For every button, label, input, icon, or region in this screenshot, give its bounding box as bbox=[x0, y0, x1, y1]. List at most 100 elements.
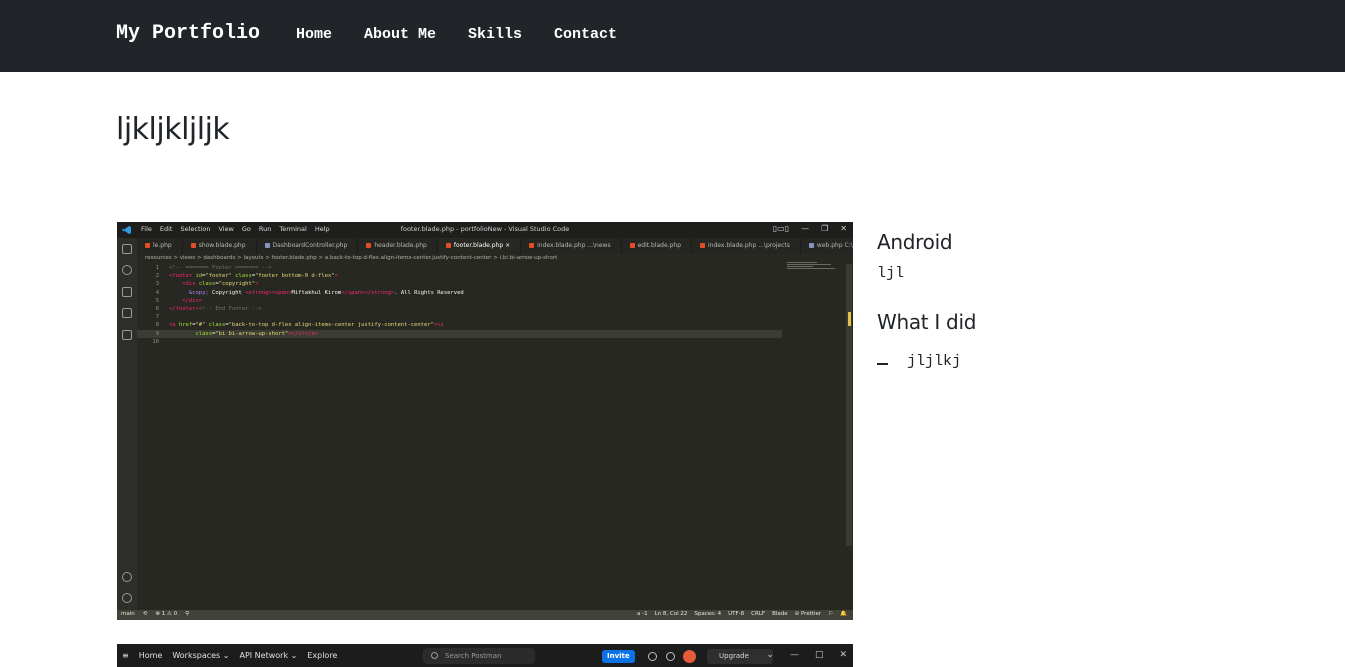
project-screenshot-vscode: File Edit Selection View Go Run Terminal Help f… bbox=[117, 222, 853, 620]
bell-icon bbox=[666, 652, 675, 661]
status-item: ⊘ Prettier bbox=[794, 611, 822, 617]
code-line: 7 bbox=[137, 313, 837, 321]
postman-menu-item: API Network ⌄ bbox=[239, 651, 298, 660]
line-number: 4 bbox=[155, 289, 159, 296]
vscode-tab: footer.blade.php × bbox=[437, 238, 522, 254]
account-icon bbox=[122, 572, 132, 582]
what-i-did-item: jljlkj bbox=[907, 353, 962, 370]
window-control-icon: ⌄ bbox=[766, 650, 774, 660]
vscode-tab: index.blade.php ...\news bbox=[521, 238, 622, 254]
run-debug-icon bbox=[122, 308, 132, 318]
vscode-tab-label: index.blade.php ...\projects bbox=[708, 242, 790, 249]
status-item: ⊗ 1 ⚠ 0 bbox=[155, 611, 178, 617]
line-number: 8 bbox=[155, 322, 159, 329]
nav-link-contact[interactable]: Contact bbox=[554, 26, 617, 43]
vscode-titlebar: File Edit Selection View Go Run Terminal Help f… bbox=[117, 222, 853, 238]
vscode-tabs: le.php show.blade.php DashboardController.… bbox=[137, 238, 853, 254]
file-type-icon bbox=[264, 243, 270, 248]
line-number: 2 bbox=[155, 273, 159, 280]
vscode-tab: header.blade.php bbox=[358, 238, 438, 254]
code-text: &copy; Copyright <strong><span>Miftakhul… bbox=[188, 289, 464, 296]
code-line: 6 </footer><!-- End Footer --> bbox=[137, 305, 837, 313]
vscode-tab-label: DashboardController.php bbox=[272, 242, 348, 249]
postman-search: Search Postman bbox=[423, 648, 535, 664]
close-icon: ✕ bbox=[840, 224, 847, 233]
code-line: 4 &copy; Copyright <strong><span>Miftakh… bbox=[137, 289, 837, 297]
code-line: 2 <footer id="footer" class="footer botto… bbox=[137, 272, 837, 280]
settings-gear-icon bbox=[122, 593, 132, 603]
status-item: 🔔 bbox=[840, 611, 847, 617]
line-number: 7 bbox=[155, 314, 159, 321]
vscode-scrollbar bbox=[846, 264, 852, 546]
nav-links: Home About Me Skills Contact bbox=[296, 26, 617, 43]
nav-link-about-me[interactable]: About Me bbox=[364, 26, 436, 43]
vscode-window-controls: ▯▭▯ — ❐ ✕ bbox=[773, 224, 847, 233]
line-number: 3 bbox=[155, 281, 159, 288]
vscode-activity-bar bbox=[117, 238, 137, 610]
file-type-icon bbox=[808, 243, 814, 248]
status-item: a -1 bbox=[637, 611, 648, 617]
file-type-icon bbox=[629, 243, 635, 248]
search-icon bbox=[431, 652, 438, 659]
minimize-icon: — bbox=[801, 224, 810, 233]
vscode-breadcrumb: resources > views > dashboards > layouts… bbox=[145, 255, 558, 261]
vscode-minimap bbox=[787, 262, 839, 274]
file-type-icon bbox=[529, 243, 535, 248]
status-item: UTF-8 bbox=[728, 611, 745, 617]
statusbar-right: a -1 Ln 8, Col 22 Spaces: 4 UTF-8 CRLF Blade ⊘… bbox=[637, 611, 847, 617]
code-line: 5 </div> bbox=[137, 297, 837, 305]
line-number: 1 bbox=[155, 265, 159, 271]
postman-menu-item: Workspaces ⌄ bbox=[172, 651, 230, 660]
source-control-icon bbox=[122, 287, 132, 297]
layout-icon: ▯▭▯ bbox=[772, 224, 790, 233]
status-item: CRLF bbox=[751, 611, 766, 617]
line-number: 9 bbox=[155, 330, 159, 337]
category-heading: Android bbox=[877, 230, 953, 254]
vscode-editor: 1 <!-- ======= Footer ======= --> 2 <footer… bbox=[137, 264, 853, 610]
vscode-tab-label: edit.blade.php bbox=[637, 242, 681, 249]
vscode-window-title: footer.blade.php - portfolioNew - Visual… bbox=[400, 225, 570, 233]
file-type-icon bbox=[700, 243, 705, 248]
code-line: 10 bbox=[137, 338, 837, 346]
vscode-tab-label: index.blade.php ...\news bbox=[537, 242, 611, 249]
code-text: <footer id="footer" class="footer bottom… bbox=[169, 273, 338, 280]
status-item: Ln 8, Col 22 bbox=[654, 611, 688, 617]
status-item: ⚲ bbox=[185, 611, 190, 617]
code-line: 3 <div class="copyright"> bbox=[137, 280, 837, 288]
code-text: <!-- ======= Footer ======= --> bbox=[169, 265, 272, 271]
what-i-did-heading: What I did bbox=[877, 310, 977, 334]
window-control-icon: — bbox=[789, 650, 799, 660]
nav-link-home[interactable]: Home bbox=[296, 26, 332, 43]
status-item: main bbox=[121, 611, 135, 617]
vscode-tab-label: le.php bbox=[153, 242, 172, 249]
postman-search-placeholder: Search Postman bbox=[445, 652, 502, 660]
code-line: 8 <a href="#" class="back-to-top d-flex a… bbox=[137, 321, 837, 329]
line-number: 10 bbox=[152, 338, 159, 345]
restore-icon: ❐ bbox=[821, 224, 829, 233]
postman-menu-item: Home bbox=[138, 651, 163, 660]
vscode-tab-label: web.php C:\...\routes\web.php bbox=[816, 242, 853, 249]
explorer-icon bbox=[122, 244, 132, 254]
postman-menu: ≡ Home Workspaces ⌄ API Network ⌄ Explore bbox=[122, 651, 337, 660]
code-line: 9 class="bi bi-arrow-up-short"></i></a> bbox=[137, 329, 782, 338]
avatar bbox=[683, 650, 696, 663]
settings-icon bbox=[648, 652, 657, 661]
status-item: ⚐ bbox=[828, 611, 834, 617]
status-item: Spaces: 4 bbox=[694, 611, 722, 617]
vscode-statusbar: main ⟲ ⊗ 1 ⚠ 0 ⚲ a -1 Ln 8, Col 22 Spaces: 4 U… bbox=[117, 610, 853, 620]
postman-menu-item: Explore bbox=[307, 651, 338, 660]
project-screenshot-postman: ≡ Home Workspaces ⌄ API Network ⌄ Explore Se… bbox=[117, 644, 853, 667]
brand-logo[interactable]: My Portfolio bbox=[116, 22, 260, 45]
statusbar-left: main ⟲ ⊗ 1 ⚠ 0 ⚲ bbox=[121, 611, 189, 617]
status-item: ⟲ bbox=[142, 611, 148, 617]
postman-window-controls: ⌄ — □ ✕ bbox=[766, 650, 847, 660]
file-type-icon bbox=[445, 243, 451, 248]
search-icon bbox=[122, 265, 132, 275]
vscode-tab-label: show.blade.php bbox=[198, 242, 246, 249]
file-type-icon bbox=[190, 243, 196, 248]
vscode-tab-label: footer.blade.php × bbox=[453, 242, 511, 249]
nav-link-skills[interactable]: Skills bbox=[468, 26, 522, 43]
list-bullet-dash bbox=[877, 363, 888, 365]
postman-upgrade-button: Upgrade bbox=[707, 649, 773, 664]
vscode-tab: edit.blade.php bbox=[622, 238, 692, 254]
